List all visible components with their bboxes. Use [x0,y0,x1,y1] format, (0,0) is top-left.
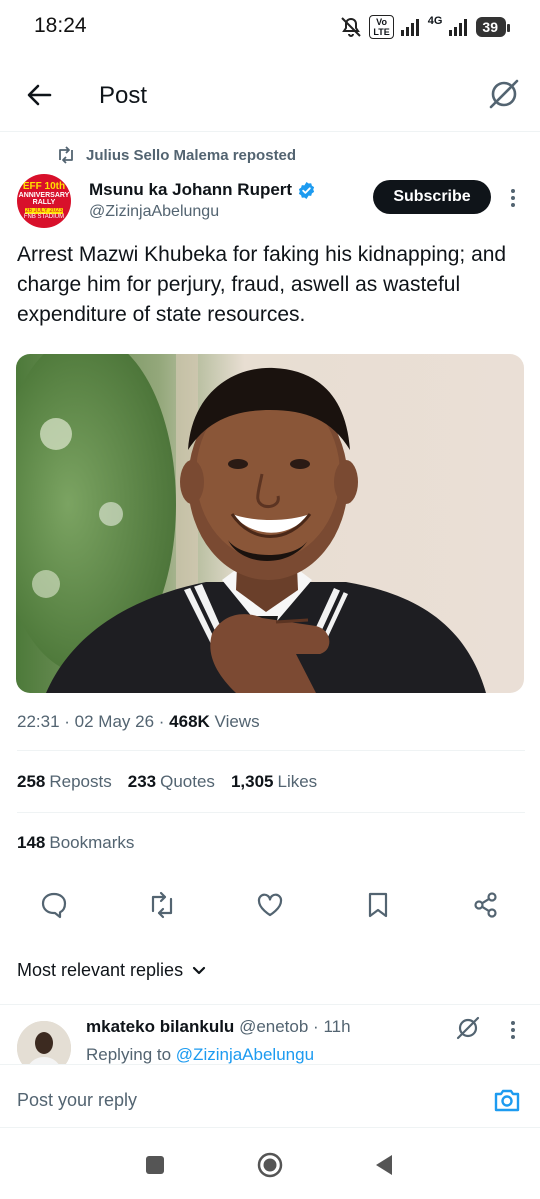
status-bar: 18:24 Vo LTE 4G 39 [0,0,540,56]
post-image[interactable] [16,354,524,693]
reposts-count: 258 [17,772,46,791]
reply-author-name[interactable]: mkateko bilankulu [86,1017,234,1036]
avatar-text-line2: ANNIVERSARY RALLY [18,192,70,206]
author-handle[interactable]: @ZizinjaAbelungu [89,203,219,221]
views-count: 468K [169,712,210,731]
divider [0,1004,540,1005]
camera-icon[interactable] [492,1085,522,1115]
post-text: Arrest Mazwi Khubeka for faking his kidn… [17,243,507,326]
author-avatar[interactable]: EFF 10th ANNIVERSARY RALLY 26 JULY 2023 … [17,174,71,228]
quotes-count: 233 [127,772,157,791]
reply-input-placeholder[interactable]: Post your reply [17,1090,137,1111]
like-icon[interactable] [255,890,285,920]
views-label: Views [214,712,260,731]
bookmarks-stat[interactable]: 148 Bookmarks [17,833,134,853]
action-bar [0,890,540,924]
likes-stat[interactable]: 1,305 Likes [231,772,317,792]
reposts-stat[interactable]: 258 Reposts [17,772,112,792]
author-name: Msunu ka Johann Rupert [89,180,293,199]
share-icon[interactable] [471,890,501,920]
reply-context: Replying to @ZizinjaAbelungu [86,1045,314,1065]
bookmarks-count: 148 [17,833,46,852]
post-date: 02 May 26 [74,712,155,731]
replying-label: Replying to [86,1045,172,1064]
likes-label: Likes [277,772,318,791]
reply-icon[interactable] [39,890,69,920]
post-photo [16,354,524,693]
grok-icon[interactable] [455,1015,481,1041]
likes-count: 1,305 [230,772,274,791]
network-type: 4G [427,15,443,27]
system-nav-bar [0,1128,540,1199]
repost-icon [59,146,73,164]
more-options-icon[interactable] [505,186,521,210]
subscribe-button[interactable]: Subscribe [373,180,491,214]
reply-composer[interactable]: Post your reply [0,1064,540,1128]
divider [17,812,525,813]
engagement-stats: 258 Reposts 233 Quotes 1,305 Likes [17,772,317,792]
reposts-label: Reposts [49,772,112,791]
repost-text: Julius Sello Malema reposted [86,146,297,164]
back-arrow-icon[interactable] [22,78,56,112]
recents-icon[interactable] [142,1152,168,1178]
back-triangle-icon[interactable] [371,1152,397,1178]
home-icon[interactable] [257,1152,283,1178]
verified-badge-icon [298,181,315,199]
top-app-bar: Post [0,56,540,132]
author-name-row[interactable]: Msunu ka Johann Rupert [89,180,316,200]
grok-icon[interactable] [486,76,522,112]
status-icons: Vo LTE 4G 39 [339,14,510,40]
repost-action-icon[interactable] [147,890,177,920]
status-time: 18:24 [34,14,87,37]
quotes-label: Quotes [160,772,215,791]
signal-icon-2 [449,19,468,36]
reply-more-options-icon[interactable] [505,1019,521,1041]
replies-sort-dropdown[interactable]: Most relevant replies [17,960,207,981]
post-meta: 22:31 · 02 May 26 · 468K Views [17,712,260,731]
post-time: 22:31 [17,712,60,731]
reply-author-handle[interactable]: @enetob [239,1017,308,1036]
avatar-text-line4: FNB STADIUM [23,214,65,220]
bookmark-icon[interactable] [363,890,393,920]
bookmarks-label: Bookmarks [49,833,135,852]
battery-indicator: 39 [476,17,510,37]
signal-icon [400,19,419,36]
replying-to-handle[interactable]: @ZizinjaAbelungu [176,1045,314,1064]
page-title: Post [99,82,148,109]
quotes-stat[interactable]: 233 Quotes [128,772,215,792]
replies-sort-label: Most relevant replies [17,960,184,980]
reply-time: 11h [323,1017,351,1036]
volte-badge: Vo LTE [369,15,394,39]
divider [17,750,525,751]
repost-indicator[interactable]: Julius Sello Malema reposted [56,144,296,166]
mute-icon [341,17,362,37]
reply-header: mkateko bilankulu @enetob · 11h [86,1017,351,1036]
chevron-down-icon [192,966,206,974]
avatar-text-line1: EFF 10th [22,181,66,192]
